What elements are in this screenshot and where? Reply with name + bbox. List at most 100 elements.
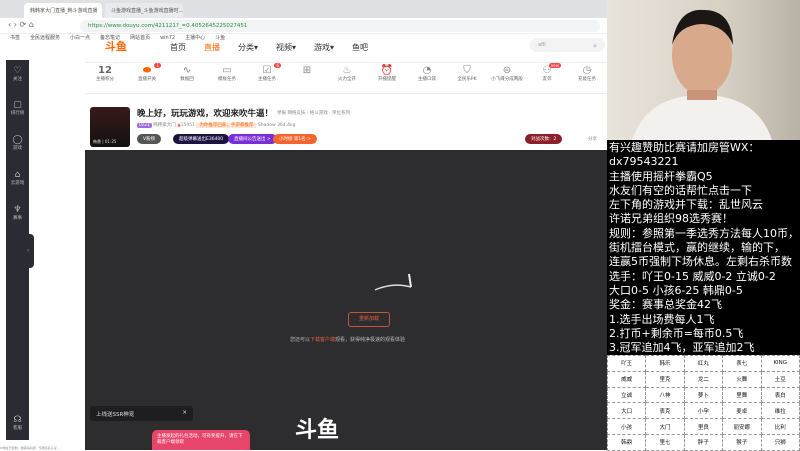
label: 充能任务 bbox=[578, 77, 596, 82]
ssr-promo-toast[interactable]: 上线送SSR神宠 ✕ bbox=[90, 406, 193, 421]
roster-cell: 胖子 bbox=[683, 433, 724, 451]
roster-cell: 萝卜 bbox=[683, 386, 724, 404]
tool-reminder[interactable]: ⏰ 开播提醒 bbox=[367, 65, 407, 82]
tool-task[interactable]: ☑ 主播任务 6 bbox=[247, 63, 287, 82]
client-tip: 您还可以下载客户端观看，获得纯净极速的观看体验 bbox=[290, 336, 405, 343]
badge: new bbox=[548, 63, 561, 68]
report-link[interactable]: 举报 bbox=[277, 111, 286, 116]
level-badge: LV21 bbox=[137, 123, 152, 128]
tool-template[interactable]: ▭ 模板任务 bbox=[207, 65, 247, 82]
avatar-caption: 韩鼎 | 01:25 bbox=[93, 139, 117, 144]
nav-video[interactable]: 视频▾ bbox=[276, 42, 296, 53]
roster-cell: 土豆 bbox=[760, 370, 800, 388]
sidebar: ♡ 关注 ▢ 排行榜 ◯ 游戏 ⌂ 云游戏 ♆ 赛事 ☊ 客服 bbox=[6, 60, 29, 440]
browser-tab-bar: 韩韩家大门直播_韩斗游戏直播 斗鱼游戏直播_斗鱼游戏直播时... bbox=[0, 0, 607, 18]
nav-category[interactable]: 分类▾ bbox=[238, 42, 258, 53]
overlay-line: 1.选手出场费每人1飞 bbox=[609, 312, 715, 326]
roster-table: 吖王 韩乐 红丸 表七 KING 威威 里克 龙二 火舞 土豆 立诚 八神 萝卜 里舞 表白 大口 表克 小孕 麦卓… bbox=[606, 355, 800, 451]
battle-count-button[interactable]: 对战次数：2 bbox=[525, 134, 563, 144]
heart-icon: ♡ bbox=[13, 66, 22, 76]
pocket-icon: ◔ bbox=[422, 65, 432, 76]
sidebar-item-rank[interactable]: ▢ 排行榜 bbox=[6, 100, 29, 116]
tool-pk[interactable]: ⛉ 全民乐PK bbox=[447, 65, 487, 82]
tip-text: 您还可以 bbox=[290, 337, 311, 343]
roster-cell: 里七 bbox=[645, 433, 685, 451]
nav-buttons-icon[interactable]: ‹ › ⟳ ⌂ bbox=[8, 20, 34, 29]
roster-cell: KING bbox=[760, 355, 800, 372]
sidebar-item-game[interactable]: ◯ 游戏 bbox=[6, 135, 29, 151]
sidebar-item-events[interactable]: ♆ 赛事 bbox=[6, 205, 29, 221]
video-player[interactable]: 重新加载 您还可以下载客户端观看，获得纯净极速的观看体验 斗鱼 上线送SSR神宠… bbox=[85, 150, 607, 450]
nav-home[interactable]: 首页 bbox=[170, 42, 186, 53]
gift-icon: ⊞ bbox=[302, 65, 312, 76]
tool-charge[interactable]: ◷ 充能任务 bbox=[567, 65, 607, 82]
browser-tab[interactable]: 斗鱼游戏直播_斗鱼游戏直播时... bbox=[105, 3, 183, 18]
roster-cell: 里克 bbox=[645, 370, 685, 388]
fan-rank-pill[interactable]: V粉榜 bbox=[137, 134, 162, 144]
anchor-avatar[interactable]: 韩鼎 | 01:25 bbox=[90, 107, 130, 147]
share-button[interactable]: 分享 bbox=[588, 136, 597, 142]
roster-cell: 威威 bbox=[606, 370, 647, 388]
label: 客服 bbox=[13, 426, 22, 431]
sidebar-item-cloud-game[interactable]: ⌂ 云游戏 bbox=[6, 170, 29, 186]
score-label: 主播积分 bbox=[96, 77, 114, 82]
url-input[interactable]: https://www.douyu.com/421121?_=0.4052645… bbox=[80, 20, 600, 32]
super-danmu-pill[interactable]: 超级弹幕送出E36400 bbox=[173, 134, 230, 144]
nav-games[interactable]: 游戏▾ bbox=[314, 42, 334, 53]
browser-tab[interactable]: 韩韩家大门直播_韩斗游戏直播 bbox=[24, 3, 102, 18]
sidebar-expand-handle[interactable]: › bbox=[27, 234, 34, 268]
roster-cell: 里良 bbox=[683, 418, 724, 435]
tip-text: 观看，获得纯净极速的观看体验 bbox=[335, 337, 406, 343]
toggle-icon: ⬬ bbox=[142, 65, 152, 76]
promo-tag[interactable]: 为你推荐回家，手游都推荐 bbox=[196, 123, 257, 128]
roster-cell: 只狮 bbox=[760, 433, 800, 451]
sidebar-item-support[interactable]: ☊ 客服 bbox=[6, 415, 29, 431]
tool-fire[interactable]: ♨ 火力全开 bbox=[327, 65, 367, 82]
headset-icon: ☊ bbox=[13, 415, 22, 425]
score-value: 12 bbox=[98, 65, 112, 76]
room-meta: 举报 网络竞技 · 格斗游戏 · 单位系列 bbox=[277, 110, 350, 116]
label: 云游戏 bbox=[10, 181, 25, 186]
close-icon[interactable]: ✕ bbox=[182, 410, 187, 416]
label: 模板任务 bbox=[218, 77, 236, 82]
hour-rank-pill[interactable]: 小时榜 第1名 > bbox=[273, 134, 317, 144]
roster-cell: 小孕 bbox=[683, 402, 724, 420]
nav-yuba[interactable]: 鱼吧 bbox=[352, 42, 368, 53]
label: 主播任务 bbox=[258, 77, 276, 82]
tool-data[interactable]: ∿ 数据回 bbox=[167, 65, 207, 82]
overlay-line: 3.冠军追加4飞，亚军追加2飞 bbox=[609, 341, 755, 355]
anchor-name[interactable]: 韩韩家大门 bbox=[153, 123, 176, 128]
tool-pocket[interactable]: ◔ 主播口袋 bbox=[407, 65, 447, 82]
reload-button[interactable]: 重新加载 bbox=[348, 312, 390, 327]
overlay-line: 有兴趣赞助比赛请加房管WX： bbox=[609, 141, 760, 154]
nav-live[interactable]: 直播 bbox=[204, 42, 220, 53]
overlay-line: dx79543221 bbox=[609, 155, 679, 169]
streamer-figure bbox=[632, 9, 772, 140]
rank-icon: ▢ bbox=[13, 100, 22, 110]
badge: 1 bbox=[154, 63, 161, 68]
overlay-line: 2.打币+剩余币=每币0.5飞 bbox=[609, 326, 744, 340]
roster-cell: 八神 bbox=[645, 386, 685, 404]
search-icon[interactable]: ⌕ bbox=[593, 42, 597, 51]
roster-cell: 麦卓 bbox=[722, 402, 762, 420]
sidebar-item-follow[interactable]: ♡ 关注 bbox=[6, 66, 29, 82]
label: 数据回 bbox=[180, 77, 194, 82]
roster-cell: 小孩 bbox=[606, 418, 647, 435]
roster-cell: 比利 bbox=[760, 418, 800, 435]
bookmark[interactable]: 全民远程服务 bbox=[30, 35, 60, 41]
anchor-score: 12 主播积分 bbox=[85, 65, 125, 82]
tool-gift[interactable]: ⊞ bbox=[287, 65, 327, 76]
overlay-line: 选手：吖王0-15 威威0-2 立诚0-2 bbox=[609, 269, 776, 283]
notice-pill[interactable]: 直播间公告送出 > bbox=[228, 134, 277, 144]
download-client-link[interactable]: 下载客户端 bbox=[310, 337, 335, 343]
flame-icon: ♨ bbox=[342, 65, 352, 76]
search-placeholder: afll bbox=[538, 42, 546, 48]
bookmark[interactable]: 小白一点 bbox=[70, 35, 90, 41]
tool-ufo[interactable]: ⊜ 小飞碟分成两般 bbox=[487, 65, 527, 82]
tool-friends[interactable]: ⚇ 友邻 new bbox=[527, 63, 567, 82]
tool-live-switch[interactable]: ⬬ 直播开关 1 bbox=[127, 63, 167, 82]
category-breadcrumb[interactable]: 网络竞技 · 格斗游戏 · 单位系列 bbox=[287, 111, 350, 116]
roster-cell: 韩乐 bbox=[645, 355, 685, 372]
search-input[interactable]: afll ⌕ bbox=[530, 38, 605, 52]
bookmark[interactable]: 书签 bbox=[10, 35, 20, 41]
